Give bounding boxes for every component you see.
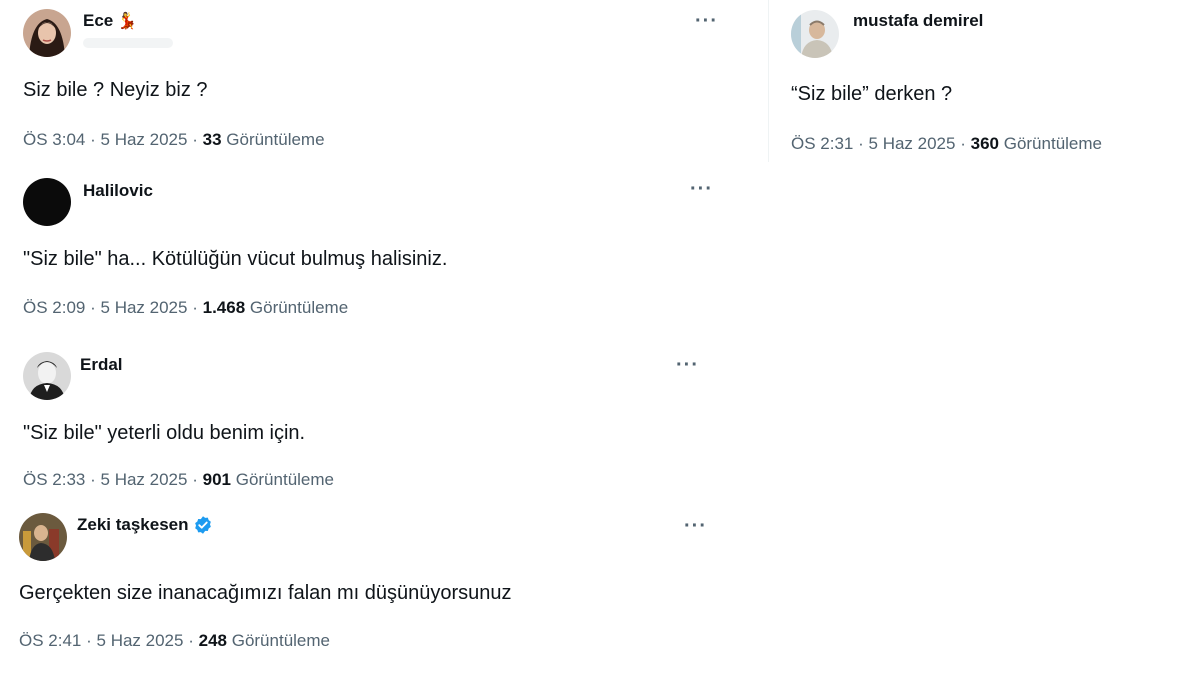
- more-options-icon[interactable]: ···: [676, 355, 699, 375]
- tweet-card-zeki-taskesen[interactable]: Zeki taşkesen ··· Gerçekten size inanaca…: [0, 505, 740, 670]
- author-name[interactable]: Zeki taşkesen: [77, 515, 213, 535]
- tweet-meta: ÖS 2:33 · 5 Haz 2025 · 901 Görüntüleme: [23, 470, 334, 490]
- handle-placeholder: [83, 38, 173, 48]
- tweet-date[interactable]: 5 Haz 2025: [97, 631, 184, 650]
- tweet-date[interactable]: 5 Haz 2025: [869, 134, 956, 153]
- tweet-text: “Siz bile” derken ?: [791, 83, 953, 105]
- meta-separator: ·: [960, 134, 966, 153]
- avatar[interactable]: [23, 352, 71, 400]
- tweet-card-halilovic[interactable]: Halilovic ··· "Siz bile" ha... Kötülüğün…: [0, 168, 740, 333]
- author-name[interactable]: Halilovic: [83, 181, 153, 201]
- view-count: 1.468: [202, 298, 246, 317]
- views-label: Görüntüleme: [226, 130, 325, 149]
- more-options-icon[interactable]: ···: [684, 516, 707, 536]
- meta-separator: ·: [86, 631, 92, 650]
- tweet-card-ece[interactable]: Ece 💃 ··· Siz bile ? Neyiz biz ? ÖS 3:04…: [0, 0, 740, 165]
- author-name-text: mustafa demirel: [853, 11, 984, 30]
- author-name-text: Erdal: [80, 355, 123, 374]
- tweet-date[interactable]: 5 Haz 2025: [101, 130, 188, 149]
- meta-separator: ·: [858, 134, 864, 153]
- tweet-time[interactable]: ÖS 3:04: [23, 130, 85, 149]
- tweet-text: Gerçekten size inanacağımızı falan mı dü…: [19, 582, 512, 604]
- view-count: 901: [202, 470, 231, 489]
- views-label: Görüntüleme: [231, 631, 330, 650]
- tweet-time[interactable]: ÖS 2:33: [23, 470, 85, 489]
- author-name[interactable]: mustafa demirel: [853, 11, 983, 31]
- tweet-meta: ÖS 2:41 · 5 Haz 2025 · 248 Görüntüleme: [19, 631, 330, 651]
- avatar[interactable]: [791, 10, 839, 58]
- dancer-emoji-icon: 💃: [117, 13, 138, 30]
- avatar-image-icon: [23, 9, 71, 57]
- avatar[interactable]: [19, 513, 67, 561]
- meta-separator: ·: [90, 130, 96, 149]
- meta-separator: ·: [192, 130, 198, 149]
- tweet-meta: ÖS 2:31 · 5 Haz 2025 · 360 Görüntüleme: [791, 134, 1102, 154]
- avatar-image-icon: [23, 352, 71, 400]
- meta-separator: ·: [90, 470, 96, 489]
- tweet-date[interactable]: 5 Haz 2025: [101, 298, 188, 317]
- view-count: 33: [202, 130, 222, 149]
- more-options-icon[interactable]: ···: [695, 11, 718, 31]
- meta-separator: ·: [90, 298, 96, 317]
- tweet-time[interactable]: ÖS 2:09: [23, 298, 85, 317]
- author-name-text: Halilovic: [83, 181, 153, 200]
- views-label: Görüntüleme: [235, 470, 334, 489]
- tweet-date[interactable]: 5 Haz 2025: [101, 470, 188, 489]
- avatar[interactable]: [23, 178, 71, 226]
- tweet-text: "Siz bile" yeterli oldu benim için.: [23, 422, 306, 444]
- tweet-time[interactable]: ÖS 2:41: [19, 631, 81, 650]
- avatar[interactable]: [23, 9, 71, 57]
- tweet-meta: ÖS 3:04 · 5 Haz 2025 · 33 Görüntüleme: [23, 130, 325, 150]
- avatar-image-icon: [791, 10, 839, 58]
- tweet-text: Siz bile ? Neyiz biz ?: [23, 79, 208, 101]
- author-name-text: Ece: [83, 11, 114, 30]
- meta-separator: ·: [192, 298, 198, 317]
- more-options-icon[interactable]: ···: [690, 179, 713, 199]
- views-label: Görüntüleme: [249, 298, 349, 317]
- tweet-text: "Siz bile" ha... Kötülüğün vücut bulmuş …: [23, 248, 448, 270]
- view-count: 360: [970, 134, 999, 153]
- tweet-time[interactable]: ÖS 2:31: [791, 134, 853, 153]
- avatar-image-icon: [23, 178, 71, 226]
- author-name[interactable]: Ece 💃: [83, 11, 137, 31]
- meta-separator: ·: [188, 631, 194, 650]
- author-name[interactable]: Erdal: [80, 355, 123, 375]
- view-count: 248: [198, 631, 227, 650]
- avatar-image-icon: [19, 513, 67, 561]
- author-name-text: Zeki taşkesen: [77, 515, 189, 534]
- column-divider: [768, 0, 769, 162]
- verified-badge-icon: [194, 516, 211, 534]
- meta-separator: ·: [192, 470, 198, 489]
- tweet-card-erdal[interactable]: Erdal ··· "Siz bile" yeterli oldu benim …: [0, 340, 740, 500]
- tweet-meta: ÖS 2:09 · 5 Haz 2025 · 1.468 Görüntüleme: [23, 298, 348, 318]
- views-label: Görüntüleme: [1003, 134, 1102, 153]
- tweet-card-mustafa-demirel[interactable]: mustafa demirel “Siz bile” derken ? ÖS 2…: [770, 0, 1190, 165]
